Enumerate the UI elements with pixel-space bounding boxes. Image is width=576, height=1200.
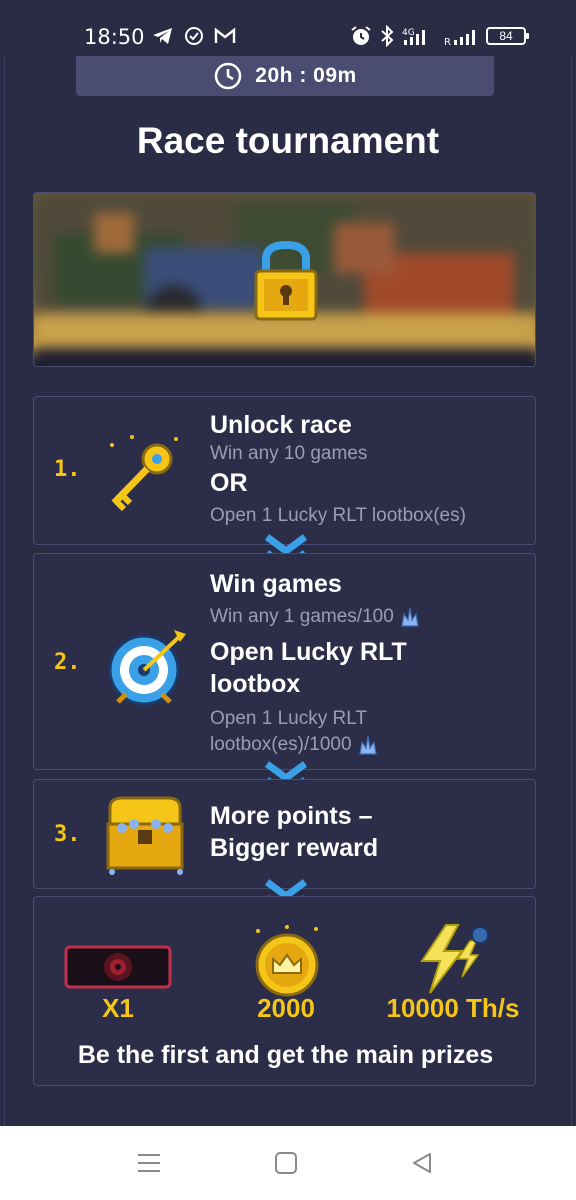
alarm-icon xyxy=(351,26,371,45)
card-icon xyxy=(64,945,172,989)
telegram-icon xyxy=(153,28,172,44)
home-icon[interactable] xyxy=(274,1151,298,1175)
back-icon[interactable] xyxy=(410,1151,434,1175)
prize-label: 10000 Th/s xyxy=(386,993,520,1023)
key-icon xyxy=(110,435,178,512)
app-screen: 20h : 09m Race tournament 1. Unlock race… xyxy=(0,56,576,1126)
page-title: Race tournament xyxy=(136,120,440,161)
race-banner[interactable] xyxy=(33,192,536,367)
timer-text: 20h : 09m xyxy=(255,64,357,87)
step-more-points: 3. More points – Bigger reward xyxy=(33,779,536,889)
prizes-footer-text: Be the first and get the main prizes xyxy=(77,1041,494,1069)
step-number: 3. xyxy=(54,822,81,847)
step-number: 1. xyxy=(54,457,81,482)
crystal-icon xyxy=(358,735,377,755)
gmail-icon xyxy=(214,27,236,43)
step-heading: Unlock race xyxy=(210,411,352,439)
signal-icon: R xyxy=(444,30,475,46)
step-heading: Bigger reward xyxy=(210,834,379,862)
status-time: 18:50 xyxy=(84,25,145,49)
treasure-chest-icon xyxy=(106,796,184,875)
bluetooth-icon xyxy=(381,25,394,47)
check-circle-icon xyxy=(185,27,203,45)
prize-label: 2000 xyxy=(257,993,315,1023)
clock-icon xyxy=(215,62,242,90)
target-icon xyxy=(108,630,186,706)
battery-level: 84 xyxy=(499,29,513,43)
crystal-icon xyxy=(401,607,419,627)
countdown-timer: 20h : 09m xyxy=(76,56,494,96)
step-heading: lootbox xyxy=(210,670,301,698)
status-bar: 18:50 4G R 84 xyxy=(0,0,576,56)
step-unlock-race: 1. Unlock race Win any 10 games OR Open … xyxy=(33,396,536,545)
step-description: Win any 1 games/100 xyxy=(210,606,394,627)
step-description: Open 1 Lucky RLT xyxy=(210,708,368,729)
step-heading: Win games xyxy=(210,570,342,598)
battery-icon: 84 xyxy=(486,27,529,45)
lightning-icon xyxy=(420,924,489,994)
system-navbar xyxy=(0,1126,576,1200)
prize-label: X1 xyxy=(102,993,134,1023)
step-description: Win any 10 games xyxy=(210,443,368,464)
step-or-label: OR xyxy=(210,469,248,497)
prizes-panel: X1 2000 10000 Th/s Be the first and get … xyxy=(33,896,536,1086)
coin-icon xyxy=(255,925,319,997)
step-number: 2. xyxy=(54,650,81,675)
step-heading: Open Lucky RLT xyxy=(210,638,407,666)
step-win-games: 2. Win games Win any 1 games/100 Open Lu… xyxy=(33,553,536,770)
step-description: lootbox(es)/1000 xyxy=(210,734,352,755)
step-heading: More points – xyxy=(210,802,373,830)
step-description: Open 1 Lucky RLT lootbox(es) xyxy=(210,505,466,526)
svg-text:4G: 4G xyxy=(402,28,415,38)
lock-icon xyxy=(254,241,318,321)
menu-icon[interactable] xyxy=(136,1152,162,1174)
svg-text:R: R xyxy=(444,37,451,46)
signal-4g-icon: 4G xyxy=(402,28,425,45)
